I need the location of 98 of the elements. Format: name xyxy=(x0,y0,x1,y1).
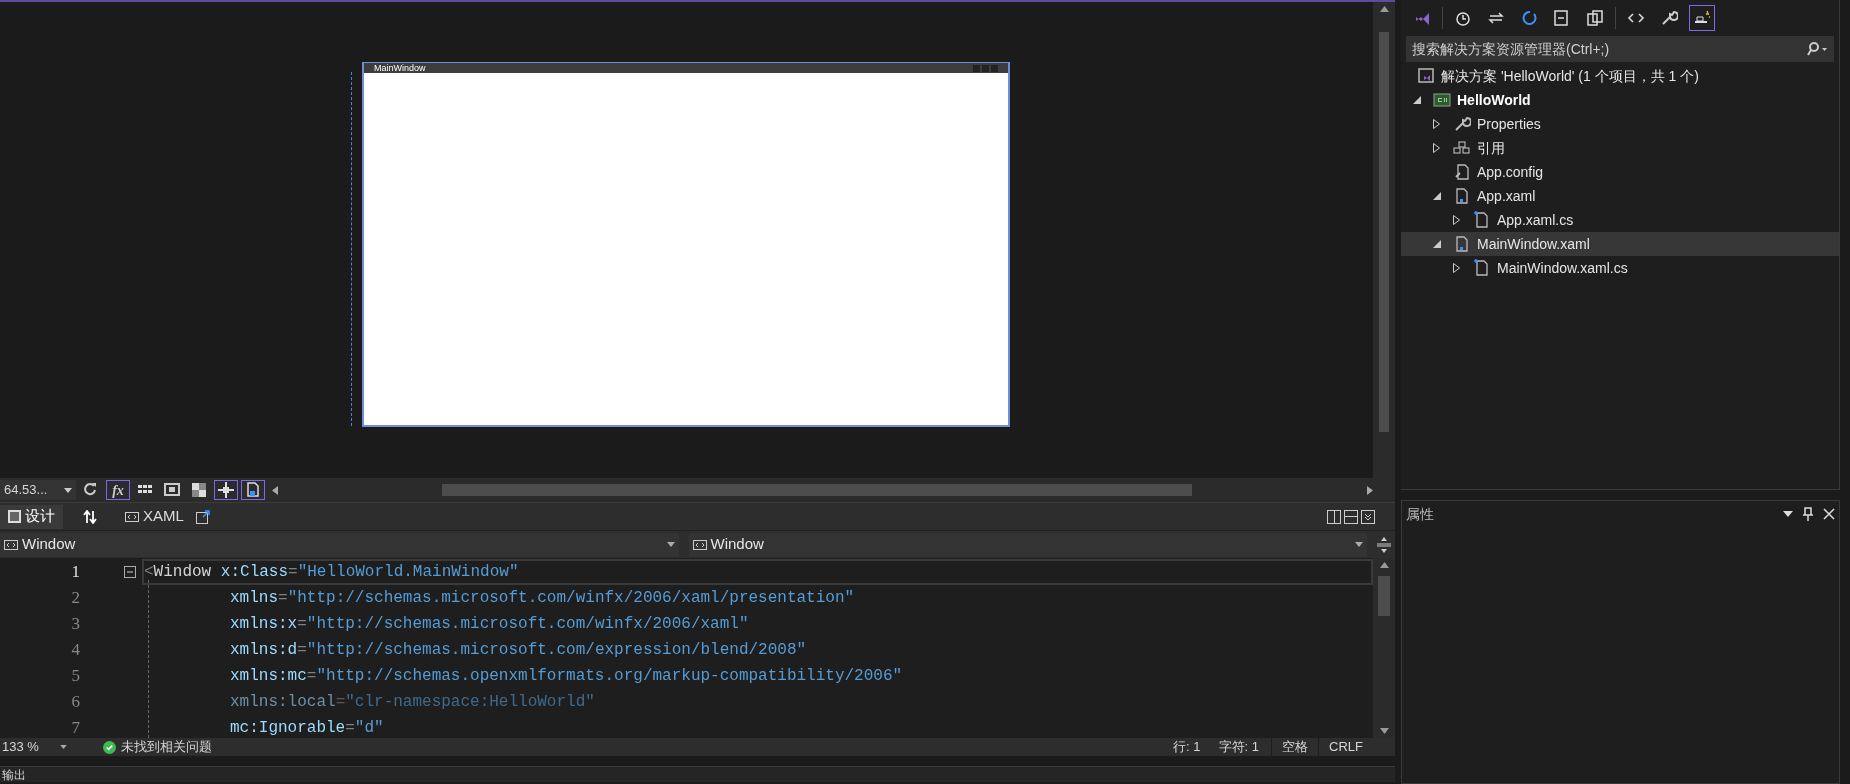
zoom-dropdown[interactable]: 64.53... xyxy=(0,480,76,500)
tree-item[interactable]: MainWindow.xaml.cs xyxy=(1401,256,1839,280)
split-handle-icon[interactable] xyxy=(1377,536,1391,553)
scrollbar-thumb[interactable] xyxy=(1379,32,1389,432)
crosshair-button[interactable] xyxy=(214,480,238,500)
csharp-project-icon xyxy=(1433,91,1451,109)
preview-button[interactable] xyxy=(1689,5,1715,31)
code-line: xmlns="http://schemas.microsoft.com/winfx/2006/xaml/presentation" xyxy=(229,588,856,609)
expanded-icon[interactable] xyxy=(1433,240,1441,248)
collapsed-icon[interactable] xyxy=(1453,215,1460,225)
line-indicator: 行: 1 xyxy=(1173,738,1201,757)
code-line: xmlns:d="http://schemas.microsoft.com/expression/blend/2008" xyxy=(229,640,808,661)
tree-item[interactable]: App.config xyxy=(1401,160,1839,184)
dropdown-arrow-icon xyxy=(1355,542,1363,547)
scrollbar-thumb[interactable] xyxy=(442,484,1192,496)
collapsed-icon[interactable] xyxy=(1433,119,1440,129)
dropdown-arrow-icon[interactable] xyxy=(1783,511,1793,517)
pin-icon[interactable] xyxy=(1803,507,1813,521)
line-number: 1 xyxy=(70,561,80,584)
collapsed-icon[interactable] xyxy=(1433,143,1440,153)
wrench-icon xyxy=(1453,115,1471,133)
line-number: 7 xyxy=(70,717,80,740)
line-number: 6 xyxy=(70,691,80,714)
panel-title: 输出 xyxy=(1,768,26,781)
code-line: xmlns:x="http://schemas.microsoft.com/winfx/2006/xaml" xyxy=(229,614,750,635)
expanded-icon[interactable] xyxy=(1433,192,1441,200)
scroll-up-icon[interactable] xyxy=(1379,562,1389,568)
dropdown-arrow-icon xyxy=(64,487,72,493)
dropdown-arrow-icon xyxy=(60,745,67,749)
line-number: 4 xyxy=(70,639,80,662)
design-window[interactable]: MainWindow xyxy=(362,62,1010,427)
element-icon xyxy=(4,539,18,550)
element-icon xyxy=(692,539,707,550)
line-ending[interactable]: CRLF xyxy=(1318,737,1373,757)
dropdown-value: Window xyxy=(710,534,765,555)
scroll-right-icon[interactable] xyxy=(1367,485,1373,495)
config-file-icon xyxy=(1453,163,1471,181)
code-file-icon xyxy=(1473,259,1491,277)
window-title: MainWindow xyxy=(374,63,426,73)
tree-item[interactable]: MainWindow.xaml xyxy=(1401,232,1839,256)
zoom-dropdown[interactable]: 133 % xyxy=(0,737,75,757)
tree-item[interactable]: Properties xyxy=(1401,112,1839,136)
issues-status[interactable]: 未找到相关问题 xyxy=(121,737,212,757)
refresh-icon xyxy=(1520,9,1538,27)
search-field[interactable]: 搜索解决方案资源管理器(Ctrl+;) xyxy=(1406,36,1834,62)
document-icon xyxy=(244,481,262,499)
xaml-tab[interactable]: XAML xyxy=(117,504,192,529)
crosshair-icon xyxy=(217,481,235,499)
references-icon xyxy=(1453,139,1471,157)
line-number: 2 xyxy=(70,587,80,610)
scroll-up-icon[interactable] xyxy=(1379,6,1389,12)
history-icon xyxy=(1454,9,1472,27)
tree-item[interactable]: 解决方案 'HelloWorld' (1 个项目，共 1 个) xyxy=(1401,64,1839,88)
solution-icon xyxy=(1417,67,1435,85)
code-line: xmlns:mc="http://schemas.openxmlformats.org/markup-compatibility/2006" xyxy=(229,666,904,687)
scrollbar-thumb[interactable] xyxy=(1378,576,1390,616)
member-dropdown[interactable]: Window xyxy=(688,532,1367,557)
design-view-icon xyxy=(8,510,21,523)
copy-icon xyxy=(1586,9,1604,27)
artboard-icon xyxy=(163,481,181,499)
line-number: 5 xyxy=(70,665,80,688)
collapse-icon[interactable] xyxy=(124,566,136,578)
split-vertical-icon[interactable] xyxy=(1327,509,1341,524)
xaml-file-icon xyxy=(1453,235,1471,253)
scroll-left-icon[interactable] xyxy=(272,485,278,495)
tree-item[interactable]: HelloWorld xyxy=(1401,88,1839,112)
design-tab[interactable]: 设计 xyxy=(0,504,63,529)
checkerboard-icon xyxy=(190,481,208,499)
document-button[interactable] xyxy=(241,480,265,500)
formula-button[interactable]: fx xyxy=(106,480,130,500)
scroll-down-icon[interactable] xyxy=(1379,728,1389,734)
pop-out-icon[interactable] xyxy=(195,509,210,524)
collapsed-icon[interactable] xyxy=(1453,263,1460,273)
code-line: xmlns:local="clr-namespace:HelloWorld" xyxy=(229,692,596,713)
wrench-icon xyxy=(1660,9,1678,27)
panel-title: 属性 xyxy=(1406,504,1435,524)
tree-item[interactable]: App.xaml.cs xyxy=(1401,208,1839,232)
indent-mode[interactable]: 空格 xyxy=(1271,737,1319,757)
split-horizontal-icon[interactable] xyxy=(1344,509,1358,524)
code-line: mc:Ignorable="d" xyxy=(229,718,385,739)
success-icon xyxy=(103,740,116,754)
expanded-icon[interactable] xyxy=(1413,96,1421,104)
swap-panes-icon[interactable] xyxy=(83,509,97,524)
tree-item[interactable]: App.xaml xyxy=(1401,184,1839,208)
line-number: 3 xyxy=(70,613,80,636)
dropdown-value: Window xyxy=(22,534,77,555)
collapse-pane-icon[interactable] xyxy=(1361,509,1375,524)
window-controls-icon xyxy=(973,64,998,72)
collapse-all-icon xyxy=(1553,9,1571,27)
column-indicator: 字符: 1 xyxy=(1218,738,1260,757)
dropdown-arrow-icon xyxy=(666,542,675,547)
code-file-icon xyxy=(1473,211,1491,229)
search-icon xyxy=(1806,42,1828,56)
type-dropdown[interactable]: Window xyxy=(0,532,679,557)
close-icon[interactable] xyxy=(1823,508,1835,520)
element-icon xyxy=(125,511,139,522)
xaml-file-icon xyxy=(1453,187,1471,205)
tree-item[interactable]: 引用 xyxy=(1401,136,1839,160)
